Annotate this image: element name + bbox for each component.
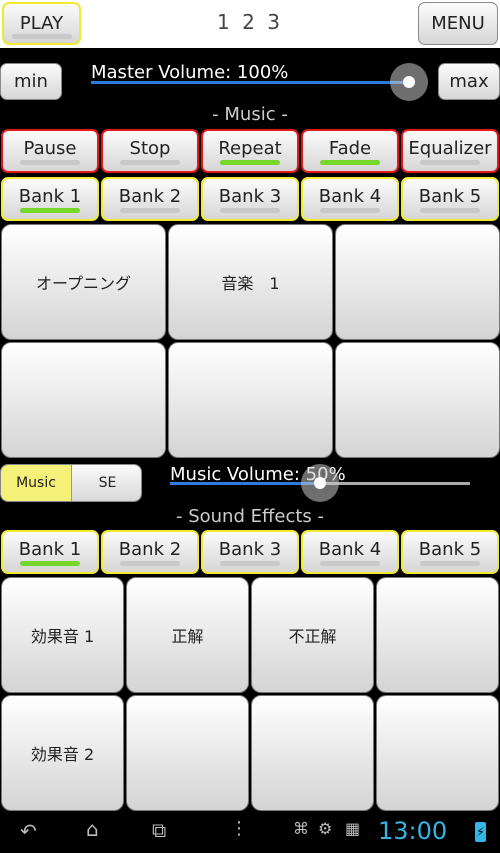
home-icon[interactable]: ⌂ — [86, 817, 99, 841]
play-indicator — [11, 34, 72, 39]
music-control-repeat-label: Repeat — [218, 138, 282, 159]
music-control-pause[interactable]: Pause — [1, 129, 99, 173]
menu-label: MENU — [431, 13, 485, 34]
sfx-bank-3-indicator — [220, 561, 280, 566]
sfx-pad-label: 効果音 1 — [30, 627, 95, 646]
music-control-stop-label: Stop — [129, 138, 171, 159]
toggle-se-button[interactable]: SE — [71, 465, 141, 501]
music-bank-2-label: Bank 2 — [118, 186, 182, 207]
music-bank-4[interactable]: Bank 4 — [301, 177, 399, 221]
master-knob-center — [403, 76, 415, 88]
music-bank-3-indicator — [220, 208, 280, 213]
back-icon[interactable]: ↶ — [20, 819, 37, 843]
music-control-pause-label: Pause — [23, 138, 77, 159]
toggle-music-button[interactable]: Music — [1, 465, 71, 501]
music-bank-5-label: Bank 5 — [418, 186, 482, 207]
music-pad[interactable] — [335, 342, 500, 458]
sfx-pad[interactable]: 効果音 2 — [1, 695, 124, 811]
music-pad[interactable] — [168, 342, 333, 458]
music-volume-fill — [170, 482, 320, 485]
play-label: PLAY — [19, 13, 64, 34]
music-bank-2-indicator — [120, 208, 180, 213]
master-volume-knob[interactable] — [390, 63, 428, 101]
music-se-toggle: Music SE — [0, 464, 142, 502]
battery-charging-icon: ⚡ — [475, 822, 486, 842]
music-bank-1[interactable]: Bank 1 — [1, 177, 99, 221]
recent-apps-icon[interactable]: ⧉ — [152, 818, 166, 842]
music-pad[interactable]: 音楽 1 — [168, 224, 333, 340]
music-control-equalizer-indicator — [420, 160, 480, 165]
sfx-pad-label: 正解 — [171, 627, 204, 646]
sfx-bank-2-label: Bank 2 — [118, 539, 182, 560]
music-control-repeat-indicator — [220, 160, 280, 165]
master-volume-label: Master Volume: 100% — [91, 62, 289, 83]
sd-card-icon: ▦ — [345, 819, 361, 838]
music-bank-3-label: Bank 3 — [218, 186, 282, 207]
music-pad[interactable]: オープニング — [1, 224, 166, 340]
page-indicator: 1 2 3 — [217, 10, 283, 34]
music-control-pause-indicator — [20, 160, 80, 165]
music-control-stop[interactable]: Stop — [101, 129, 199, 173]
sfx-pad[interactable] — [251, 695, 374, 811]
overflow-menu-icon[interactable]: ⋮ — [230, 818, 248, 839]
music-bank-4-indicator — [320, 208, 380, 213]
sfx-bank-4-indicator — [320, 561, 380, 566]
music-bank-4-label: Bank 4 — [318, 186, 382, 207]
music-bank-1-indicator — [20, 208, 80, 213]
music-bank-5[interactable]: Bank 5 — [401, 177, 499, 221]
music-volume-knob[interactable] — [301, 464, 339, 502]
music-bank-5-indicator — [420, 208, 480, 213]
music-control-equalizer-label: Equalizer — [408, 138, 492, 159]
android-debug-icon: ⚙ — [318, 819, 333, 838]
sfx-section-title: - Sound Effects - — [175, 506, 325, 527]
sfx-bank-2-indicator — [120, 561, 180, 566]
toggle-se-label: SE — [98, 475, 117, 491]
music-control-fade[interactable]: Fade — [301, 129, 399, 173]
min-button[interactable]: min — [0, 63, 62, 100]
sfx-pad-label: 不正解 — [288, 627, 337, 646]
system-nav-bar: ↶ ⌂ ⧉ ⋮ ⌘ ⚙ ▦ 13:00 ⚡ — [0, 815, 500, 853]
sfx-bank-3-label: Bank 3 — [218, 539, 282, 560]
sfx-bank-3[interactable]: Bank 3 — [201, 530, 299, 574]
clock: 13:00 — [378, 817, 448, 845]
music-bank-1-label: Bank 1 — [18, 186, 82, 207]
music-section-title: - Music - — [212, 104, 288, 125]
music-pad[interactable] — [1, 342, 166, 458]
music-control-repeat[interactable]: Repeat — [201, 129, 299, 173]
music-control-equalizer[interactable]: Equalizer — [401, 129, 499, 173]
sfx-pad[interactable] — [376, 577, 499, 693]
master-volume-fill — [91, 81, 409, 84]
music-control-stop-indicator — [120, 160, 180, 165]
sfx-bank-5[interactable]: Bank 5 — [401, 530, 499, 574]
sfx-bank-1[interactable]: Bank 1 — [1, 530, 99, 574]
sfx-bank-4-label: Bank 4 — [318, 539, 382, 560]
music-pad[interactable] — [335, 224, 500, 340]
music-knob-center — [314, 477, 326, 489]
max-label: max — [449, 71, 489, 92]
sfx-pad[interactable]: 正解 — [126, 577, 249, 693]
sfx-pad[interactable] — [126, 695, 249, 811]
music-control-fade-label: Fade — [328, 138, 372, 159]
sfx-pad-label: 効果音 2 — [30, 745, 95, 764]
sfx-pad[interactable]: 効果音 1 — [1, 577, 124, 693]
music-control-fade-indicator — [320, 160, 380, 165]
sfx-bank-4[interactable]: Bank 4 — [301, 530, 399, 574]
sfx-bank-2[interactable]: Bank 2 — [101, 530, 199, 574]
play-button[interactable]: PLAY — [2, 2, 81, 45]
sfx-pad[interactable] — [376, 695, 499, 811]
music-bank-3[interactable]: Bank 3 — [201, 177, 299, 221]
min-label: min — [14, 71, 48, 92]
sfx-bank-1-label: Bank 1 — [18, 539, 82, 560]
sfx-bank-1-indicator — [20, 561, 80, 566]
sfx-bank-5-indicator — [420, 561, 480, 566]
toggle-music-label: Music — [16, 475, 56, 491]
sfx-bank-5-label: Bank 5 — [418, 539, 482, 560]
usb-icon: ⌘ — [293, 819, 309, 838]
sfx-pad[interactable]: 不正解 — [251, 577, 374, 693]
menu-button[interactable]: MENU — [418, 2, 498, 45]
music-pad-label: オープニング — [35, 274, 132, 293]
max-button[interactable]: max — [438, 63, 500, 100]
music-pad-label: 音楽 1 — [221, 274, 280, 293]
music-bank-2[interactable]: Bank 2 — [101, 177, 199, 221]
